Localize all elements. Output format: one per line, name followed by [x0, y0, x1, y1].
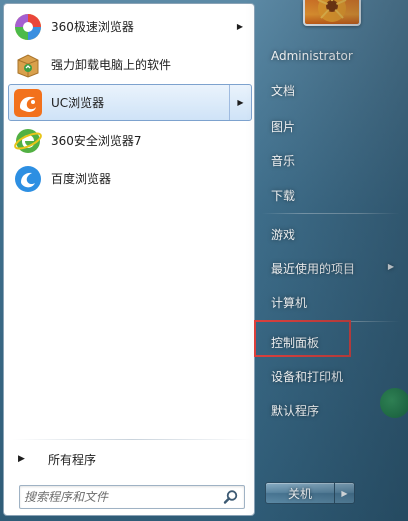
program-item-uninstaller[interactable]: 强力卸载电脑上的软件 [8, 46, 252, 83]
program-item-label: UC浏览器 [51, 96, 105, 110]
divider [12, 439, 252, 440]
360-speed-browser-icon [12, 11, 44, 43]
triangle-right-icon: ▶ [18, 454, 25, 464]
right-item-label: 音乐 [271, 153, 296, 168]
right-item-pictures[interactable]: 图片 [259, 112, 400, 140]
program-item-label: 360极速浏览器 [51, 20, 134, 34]
search-input[interactable] [24, 488, 216, 506]
right-item-label: 最近使用的项目 [271, 261, 356, 276]
right-item-computer[interactable]: 计算机 [259, 288, 400, 316]
user-avatar[interactable] [303, 0, 361, 26]
search-box[interactable] [19, 485, 245, 509]
search-icon[interactable] [223, 489, 239, 505]
program-item-uc-browser[interactable]: UC浏览器 ▶ [8, 84, 252, 121]
shutdown-button[interactable]: 关机 [265, 482, 335, 504]
right-item-label: 设备和打印机 [271, 369, 344, 384]
highlight-annotation-box [254, 320, 351, 357]
divider [262, 213, 400, 214]
right-item-games[interactable]: 游戏 [259, 220, 400, 248]
all-programs-label: 所有程序 [48, 452, 97, 467]
program-item-label: 360安全浏览器7 [51, 134, 142, 148]
start-menu: 360极速浏览器 ▶ 强力卸载电脑上的软件 UC浏览器 ▶ 360安全浏览器7 … [0, 0, 408, 521]
submenu-arrow-icon: ▶ [387, 262, 394, 271]
right-item-documents[interactable]: 文档 [259, 76, 400, 104]
submenu-arrow-icon[interactable]: ▶ [229, 9, 251, 44]
right-item-music[interactable]: 音乐 [259, 146, 400, 174]
user-name-label: Administrator [271, 49, 353, 63]
right-item-label: 下载 [271, 188, 296, 203]
right-item-label: 图片 [271, 119, 296, 134]
user-name-link[interactable]: Administrator [259, 42, 400, 70]
program-item-baidu-browser[interactable]: 百度浏览器 [8, 160, 252, 197]
uninstaller-box-icon [12, 49, 44, 81]
right-item-label: 默认程序 [271, 403, 320, 418]
right-item-devices-printers[interactable]: 设备和打印机 [259, 362, 400, 390]
submenu-arrow-icon[interactable]: ▶ [229, 85, 251, 120]
right-item-label: 游戏 [271, 227, 296, 242]
program-item-360-speed-browser[interactable]: 360极速浏览器 ▶ [8, 8, 252, 45]
right-item-downloads[interactable]: 下载 [259, 181, 400, 209]
right-item-default-programs[interactable]: 默认程序 [259, 396, 400, 424]
program-item-360-safe-browser[interactable]: 360安全浏览器7 [8, 122, 252, 159]
right-item-recent-items[interactable]: 最近使用的项目 ▶ [259, 254, 400, 282]
program-item-label: 百度浏览器 [51, 172, 112, 186]
all-programs-button[interactable]: ▶ 所有程序 [14, 448, 250, 470]
shutdown-options-button[interactable]: ▶ [335, 482, 355, 504]
program-item-label: 强力卸载电脑上的软件 [51, 58, 172, 72]
right-item-label: 计算机 [271, 295, 308, 310]
chevron-right-icon: ▶ [341, 488, 348, 498]
uc-browser-icon [12, 87, 44, 119]
baidu-browser-icon [12, 163, 44, 195]
360-safe-browser-icon [12, 125, 44, 157]
right-item-label: 文档 [271, 83, 296, 98]
program-list-panel: 360极速浏览器 ▶ 强力卸载电脑上的软件 UC浏览器 ▶ 360安全浏览器7 … [3, 3, 255, 516]
shutdown-label: 关机 [287, 486, 312, 501]
